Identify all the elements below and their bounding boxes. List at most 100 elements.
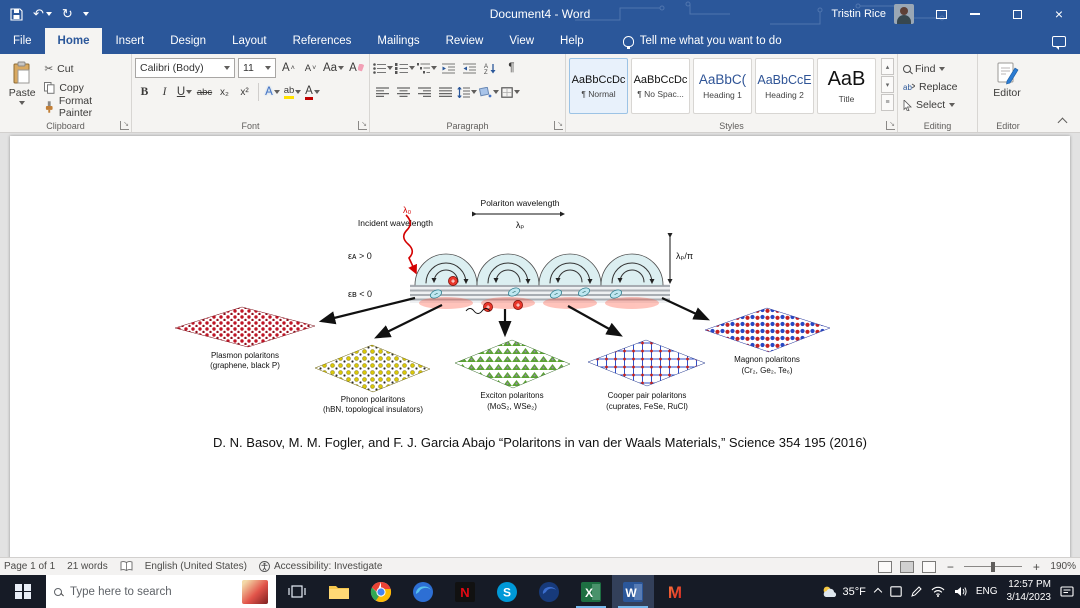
document-area[interactable]: Incident wavelength λ₀ Polariton wavelen…: [0, 133, 1080, 557]
style-normal[interactable]: AaBbCcDc ¶ Normal: [569, 58, 628, 114]
input-language[interactable]: ENG: [976, 586, 998, 597]
strikethrough-button[interactable]: abc: [195, 82, 214, 102]
zoom-in-button[interactable]: +: [1030, 560, 1042, 574]
tab-help[interactable]: Help: [547, 28, 597, 54]
taskbar-app-file-explorer[interactable]: [318, 575, 360, 608]
shading-button[interactable]: [479, 82, 499, 102]
tab-file[interactable]: File: [0, 28, 45, 54]
cut-button[interactable]: ✂ Cut: [41, 60, 128, 78]
redo-icon[interactable]: ↻: [62, 6, 73, 22]
close-button[interactable]: ×: [1038, 0, 1080, 28]
taskbar-app-skype[interactable]: S: [486, 575, 528, 608]
read-mode-icon[interactable]: [878, 561, 892, 573]
tab-review[interactable]: Review: [433, 28, 497, 54]
save-icon[interactable]: [10, 8, 23, 21]
tab-layout[interactable]: Layout: [219, 28, 280, 54]
highlight-button[interactable]: ab: [283, 82, 302, 102]
web-layout-icon[interactable]: [922, 561, 936, 573]
start-button[interactable]: [0, 575, 46, 608]
shrink-font-button[interactable]: A˅: [301, 58, 320, 78]
styles-gallery-more-icon[interactable]: ≡: [881, 94, 894, 111]
taskbar-app-excel[interactable]: X: [570, 575, 612, 608]
underline-button[interactable]: U: [175, 82, 194, 102]
change-case-button[interactable]: Aa: [323, 58, 344, 78]
maximize-button[interactable]: [996, 0, 1038, 28]
task-view-button[interactable]: [276, 575, 318, 608]
clear-formatting-button[interactable]: A: [347, 58, 366, 78]
weather-widget[interactable]: 35°F: [822, 585, 865, 598]
font-size-select[interactable]: 11: [238, 58, 276, 78]
undo-icon[interactable]: ↶: [33, 6, 52, 22]
customize-qat-icon[interactable]: [83, 12, 89, 16]
action-center-icon[interactable]: [1060, 586, 1074, 598]
style-heading2[interactable]: AaBbCcE Heading 2: [755, 58, 814, 114]
decrease-indent-button[interactable]: [439, 58, 458, 78]
pen-icon[interactable]: [911, 586, 922, 597]
font-dialog-launcher-icon[interactable]: ↘: [358, 121, 367, 130]
paragraph-dialog-launcher-icon[interactable]: ↘: [554, 121, 563, 130]
subscript-button[interactable]: x₂: [215, 82, 234, 102]
italic-button[interactable]: I: [155, 82, 174, 102]
wifi-icon[interactable]: [931, 586, 945, 597]
styles-dialog-launcher-icon[interactable]: ↘: [886, 121, 895, 130]
font-family-select[interactable]: Calibri (Body): [135, 58, 235, 78]
hidden-icons-chevron[interactable]: [875, 589, 881, 595]
format-painter-button[interactable]: Format Painter: [41, 98, 128, 116]
user-name[interactable]: Tristin Rice: [831, 8, 886, 20]
search-highlight-image[interactable]: [242, 580, 268, 604]
zoom-level[interactable]: 190%: [1050, 561, 1076, 572]
taskbar-app-netflix[interactable]: N: [444, 575, 486, 608]
bullets-button[interactable]: [373, 58, 393, 78]
taskbar-app-chrome[interactable]: [360, 575, 402, 608]
page-indicator[interactable]: Page 1 of 1: [4, 561, 55, 572]
styles-scroll-up-icon[interactable]: ▴: [881, 58, 894, 75]
numbering-button[interactable]: [395, 58, 415, 78]
align-left-button[interactable]: [373, 82, 392, 102]
document-page[interactable]: Incident wavelength λ₀ Polariton wavelen…: [10, 136, 1070, 608]
collapse-ribbon-icon[interactable]: [1058, 118, 1068, 128]
font-color-button[interactable]: A: [303, 82, 322, 102]
style-heading1[interactable]: AaBbC( Heading 1: [693, 58, 752, 114]
increase-indent-button[interactable]: [460, 58, 479, 78]
replace-button[interactable]: ab Replace: [901, 78, 974, 96]
tab-references[interactable]: References: [280, 28, 365, 54]
volume-icon[interactable]: [954, 586, 967, 597]
paste-button[interactable]: Paste: [3, 58, 41, 116]
zoom-out-button[interactable]: −: [944, 560, 956, 574]
minimize-button[interactable]: [954, 0, 996, 28]
taskbar-app-word[interactable]: W: [612, 575, 654, 608]
styles-scroll-down-icon[interactable]: ▾: [881, 76, 894, 93]
zoom-slider[interactable]: [964, 566, 1022, 568]
sort-button[interactable]: AZ: [481, 58, 500, 78]
tab-home[interactable]: Home: [45, 28, 103, 54]
line-spacing-button[interactable]: [457, 82, 477, 102]
print-layout-icon[interactable]: [900, 561, 914, 573]
text-effects-button[interactable]: A: [263, 82, 282, 102]
align-right-button[interactable]: [415, 82, 434, 102]
show-hide-marks-button[interactable]: ¶: [502, 58, 521, 78]
taskbar-app-m[interactable]: M: [654, 575, 696, 608]
zoom-slider-thumb[interactable]: [991, 562, 995, 572]
tab-design[interactable]: Design: [157, 28, 219, 54]
select-button[interactable]: Select: [901, 96, 974, 114]
clock[interactable]: 12:57 PM 3/14/2023: [1007, 579, 1052, 604]
bold-button[interactable]: B: [135, 82, 154, 102]
find-button[interactable]: Find: [901, 60, 974, 78]
taskbar-search[interactable]: Type here to search: [46, 575, 276, 608]
comments-icon[interactable]: [1052, 36, 1066, 47]
tab-mailings[interactable]: Mailings: [364, 28, 432, 54]
grow-font-button[interactable]: A˄: [279, 58, 298, 78]
taskbar-app-edge[interactable]: [402, 575, 444, 608]
superscript-button[interactable]: x²: [235, 82, 254, 102]
align-center-button[interactable]: [394, 82, 413, 102]
justify-button[interactable]: [436, 82, 455, 102]
tab-view[interactable]: View: [496, 28, 547, 54]
borders-button[interactable]: [501, 82, 520, 102]
avatar[interactable]: [894, 4, 914, 24]
ribbon-display-options-icon[interactable]: [928, 0, 954, 28]
tell-me-box[interactable]: Tell me what you want to do: [623, 28, 782, 54]
editor-button[interactable]: Editor: [981, 58, 1033, 116]
multilevel-list-button[interactable]: [417, 58, 437, 78]
clipboard-dialog-launcher-icon[interactable]: ↘: [120, 121, 129, 130]
style-no-spacing[interactable]: AaBbCcDc ¶ No Spac...: [631, 58, 690, 114]
